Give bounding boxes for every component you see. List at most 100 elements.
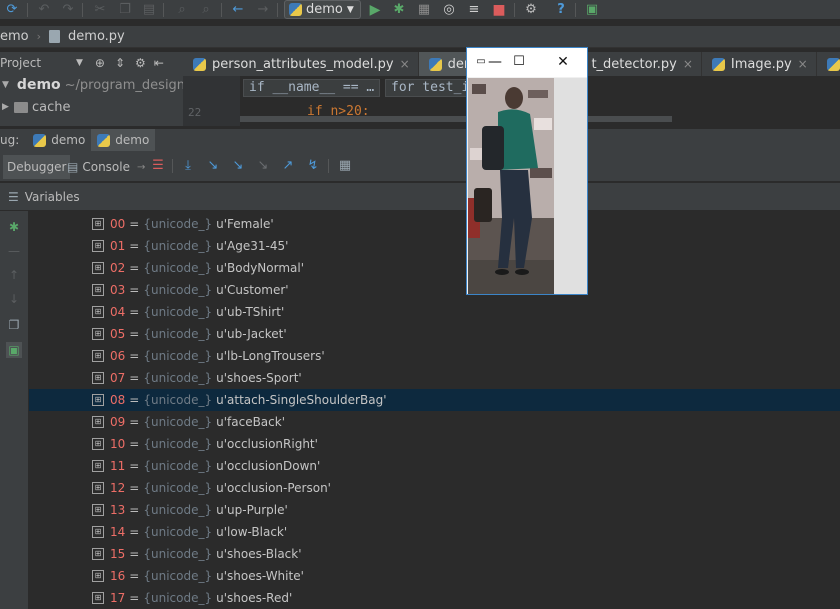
table-row[interactable]: ⊞ 07 = {unicode_} u'shoes-Sport': [29, 367, 840, 389]
tab-debugger[interactable]: Debugger: [3, 155, 71, 179]
project-panel-title[interactable]: Project: [0, 56, 76, 70]
step-over-icon[interactable]: ⤓: [180, 158, 196, 174]
step-into-my-code-icon[interactable]: ↘: [230, 158, 246, 174]
collapse-icon[interactable]: ⇕: [115, 56, 125, 70]
table-row[interactable]: ⊞ 17 = {unicode_} u'shoes-Red': [29, 587, 840, 609]
close-icon[interactable]: ×: [683, 57, 693, 71]
back-icon[interactable]: ←: [230, 2, 246, 18]
pause-icon[interactable]: —: [6, 243, 22, 259]
variable-value: u'BodyNormal': [216, 261, 305, 275]
equals-sign: =: [129, 327, 140, 341]
up-icon[interactable]: ↑: [6, 267, 22, 283]
table-row[interactable]: ⊞ 14 = {unicode_} u'low-Black': [29, 521, 840, 543]
tree-item-cache[interactable]: ▶ cache: [0, 96, 183, 118]
variable-type: {unicode_}: [143, 569, 213, 583]
variable-index: 09: [110, 415, 126, 429]
table-row[interactable]: ⊞ 12 = {unicode_} u'occlusion-Person': [29, 477, 840, 499]
debug-session-tab[interactable]: demo: [27, 129, 91, 151]
maximize-button[interactable]: ☐: [511, 54, 527, 70]
sdk-icon[interactable]: ▣: [584, 2, 600, 18]
tab-pyc[interactable]: pyc: [817, 52, 840, 76]
table-row[interactable]: ⊞ 08 = {unicode_} u'attach-SingleShoulderBag…: [29, 389, 840, 411]
close-button[interactable]: ✕: [555, 54, 571, 70]
equals-sign: =: [129, 415, 140, 429]
redo-icon[interactable]: ↷: [60, 2, 76, 18]
watches-icon[interactable]: ▣: [6, 342, 22, 358]
gear-icon[interactable]: ⚙: [135, 56, 146, 70]
equals-sign: =: [129, 305, 140, 319]
concurrency-icon[interactable]: ≡: [466, 2, 482, 18]
toolbar-separator: [82, 3, 83, 17]
variable-value: u'Age31-45': [216, 239, 289, 253]
table-row[interactable]: ⊞ 09 = {unicode_} u'faceBack': [29, 411, 840, 433]
table-row[interactable]: ⊞ 04 = {unicode_} u'ub-TShirt': [29, 301, 840, 323]
run-to-cursor-icon[interactable]: ↯: [305, 158, 321, 174]
table-row[interactable]: ⊞ 11 = {unicode_} u'occlusionDown': [29, 455, 840, 477]
table-row[interactable]: ⊞ 10 = {unicode_} u'occlusionRight': [29, 433, 840, 455]
variable-type: {unicode_}: [143, 217, 213, 231]
cut-icon[interactable]: ✂: [92, 2, 108, 18]
force-step-into-icon[interactable]: ↘: [255, 158, 271, 174]
find-icon[interactable]: ⌕: [174, 2, 190, 18]
breadcrumb-chip-loop[interactable]: for test_i: [385, 79, 476, 97]
table-row[interactable]: ⊞ 03 = {unicode_} u'Customer': [29, 279, 840, 301]
profile-icon[interactable]: ◎: [441, 2, 457, 18]
breadcrumb-file[interactable]: demo.py: [68, 29, 125, 44]
paste-icon[interactable]: ▤: [141, 2, 157, 18]
resume-icon[interactable]: ✱: [6, 219, 22, 235]
window-titlebar[interactable]: ▭ — ☐ ✕: [467, 48, 587, 77]
step-into-icon[interactable]: ↘: [205, 158, 221, 174]
breadcrumb-chip-main[interactable]: if __name__ == …: [243, 79, 381, 97]
variable-type: {unicode_}: [143, 327, 213, 341]
table-row[interactable]: ⊞ 16 = {unicode_} u'shoes-White': [29, 565, 840, 587]
settings-icon[interactable]: ⚙: [523, 2, 539, 18]
table-row[interactable]: ⊞ 15 = {unicode_} u'shoes-Black': [29, 543, 840, 565]
replace-icon[interactable]: ⌕: [198, 2, 214, 18]
string-type-icon: ⊞: [92, 438, 104, 450]
help-icon[interactable]: ?: [553, 2, 569, 18]
string-type-icon: ⊞: [92, 218, 104, 230]
stop-icon[interactable]: ■: [491, 2, 507, 18]
string-type-icon: ⊞: [92, 504, 104, 516]
tree-item-root[interactable]: ▼ demo ~/program_design/te: [0, 74, 203, 96]
coverage-icon[interactable]: ▦: [416, 2, 432, 18]
table-row[interactable]: ⊞ 06 = {unicode_} u'lb-LongTrousers': [29, 345, 840, 367]
equals-sign: =: [129, 547, 140, 561]
close-icon[interactable]: ×: [798, 57, 808, 71]
breadcrumb-root[interactable]: emo: [0, 29, 29, 44]
variable-index: 14: [110, 525, 126, 539]
tree-root-name: demo: [16, 77, 61, 93]
run-config-select[interactable]: demo ▼: [284, 0, 361, 19]
image-window[interactable]: ▭ — ☐ ✕: [466, 47, 588, 295]
table-row[interactable]: ⊞ 01 = {unicode_} u'Age31-45': [29, 235, 840, 257]
debug-icon[interactable]: ✱: [391, 2, 407, 18]
evaluate-expression-icon[interactable]: ▦: [337, 158, 353, 174]
close-icon[interactable]: ×: [400, 57, 410, 71]
variables-icon: ☰: [8, 189, 19, 204]
chevron-down-icon[interactable]: ▼: [76, 58, 83, 68]
table-row[interactable]: ⊞ 02 = {unicode_} u'BodyNormal': [29, 257, 840, 279]
debug-session-tab-active[interactable]: demo: [91, 129, 156, 151]
copy-stack-icon[interactable]: ❐: [6, 317, 22, 333]
table-row[interactable]: ⊞ 05 = {unicode_} u'ub-Jacket': [29, 323, 840, 345]
hide-icon[interactable]: ⇤: [154, 56, 164, 70]
table-row[interactable]: ⊞ 00 = {unicode_} u'Female': [29, 213, 840, 235]
tab-image[interactable]: Image.py ×: [702, 52, 817, 76]
debug-side-toolbar: ✱ — ↑ ↓ ❐ ▣: [0, 211, 29, 609]
tab-label: Image.py: [730, 56, 792, 72]
tab-console[interactable]: ▤ Console →: [63, 155, 149, 179]
show-execution-point-icon[interactable]: ☰: [150, 158, 166, 174]
forward-icon[interactable]: →: [255, 2, 271, 18]
horizontal-scrollbar[interactable]: [240, 116, 672, 122]
down-icon[interactable]: ↓: [6, 291, 22, 307]
undo-icon[interactable]: ↶: [36, 2, 52, 18]
copy-icon[interactable]: ❐: [117, 2, 133, 18]
minimize-button[interactable]: —: [487, 54, 503, 70]
table-row[interactable]: ⊞ 13 = {unicode_} u'up-Purple': [29, 499, 840, 521]
target-icon[interactable]: ⊕: [95, 56, 105, 70]
tab-person-attributes-model[interactable]: person_attributes_model.py ×: [183, 52, 419, 76]
run-icon[interactable]: ▶: [367, 2, 383, 18]
step-out-icon[interactable]: ↗: [280, 158, 296, 174]
debug-tool-header: ug: demo demo: [0, 129, 840, 151]
sync-icon[interactable]: ⟳: [4, 2, 20, 18]
